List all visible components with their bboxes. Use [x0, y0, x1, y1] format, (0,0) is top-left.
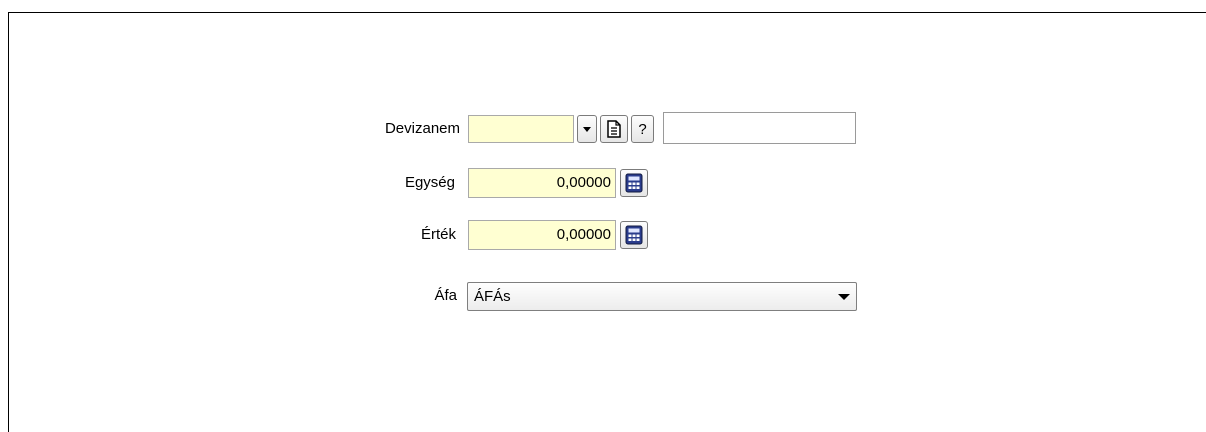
- calculator-icon: [625, 225, 643, 245]
- egyseg-label: Egység: [404, 174, 455, 191]
- devizanem-input[interactable]: [468, 115, 574, 143]
- dropdown-arrow-icon: [838, 294, 850, 300]
- egyseg-calculator-button[interactable]: [620, 169, 648, 197]
- chevron-down-icon: [582, 125, 592, 133]
- ertek-label: Érték: [420, 226, 456, 243]
- help-icon: ?: [638, 120, 647, 138]
- devizanem-label: Devizanem: [384, 120, 460, 137]
- afa-selected-value: ÁFÁs: [474, 288, 511, 305]
- devizanem-name-field[interactable]: [663, 112, 856, 144]
- devizanem-dropdown-button[interactable]: [577, 115, 597, 143]
- ertek-input[interactable]: 0,00000: [468, 220, 616, 250]
- egyseg-input[interactable]: 0,00000: [468, 168, 616, 198]
- document-icon: [606, 120, 622, 138]
- calculator-icon: [625, 173, 643, 193]
- afa-label: Áfa: [434, 287, 457, 304]
- ertek-calculator-button[interactable]: [620, 221, 648, 249]
- devizanem-lookup-button[interactable]: [600, 115, 628, 143]
- afa-select[interactable]: ÁFÁs: [467, 282, 857, 311]
- devizanem-help-button[interactable]: ?: [631, 115, 654, 143]
